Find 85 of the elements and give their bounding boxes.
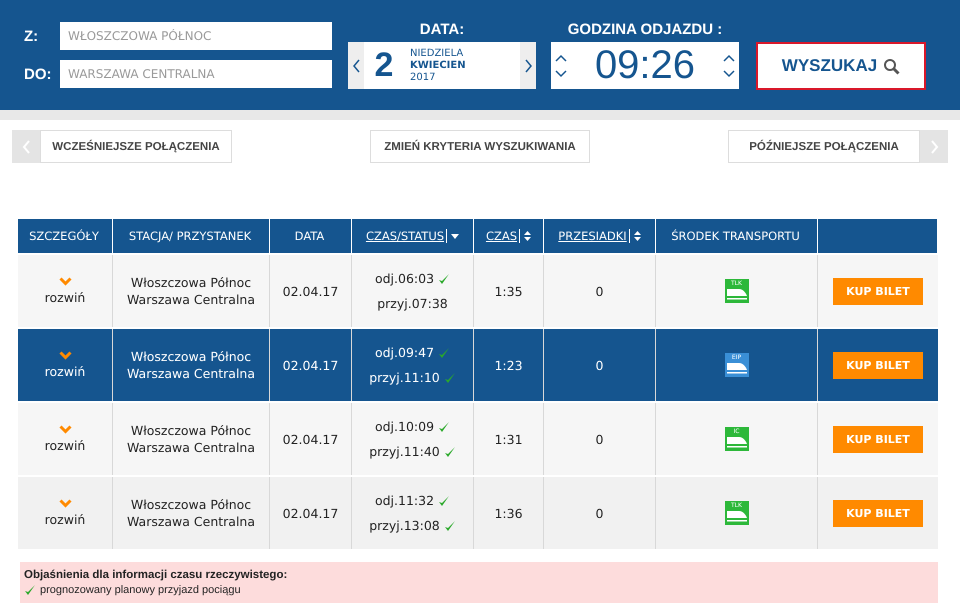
- time-value: 09:26: [594, 43, 696, 88]
- train-icon: [726, 435, 746, 448]
- from-field[interactable]: WŁOSZCZOWA PÓŁNOC: [60, 22, 332, 50]
- duration-cell: 1:23: [494, 358, 523, 372]
- from-label: Z:: [24, 28, 40, 44]
- expand-link[interactable]: rozwiń: [44, 364, 86, 379]
- legend-title: Objaśnienia dla informacji czasu rzeczywistego:: [24, 569, 288, 581]
- departure-time: odj.11:32: [374, 493, 434, 508]
- to-station: Warszawa Centralna: [126, 440, 256, 455]
- sort-down-icon[interactable]: [451, 234, 460, 238]
- changes-cell: 0: [596, 358, 604, 372]
- month-text: KWIECIEN: [410, 60, 467, 72]
- changes-cell: 0: [596, 506, 604, 520]
- date-label: DATA:: [420, 21, 464, 38]
- to-station: Warszawa Centralna: [126, 292, 256, 307]
- changes-cell: 0: [596, 432, 604, 446]
- weekday-text: NIEDZIELA: [410, 48, 464, 60]
- table-cell: 02.04.17: [282, 432, 338, 446]
- expand-link[interactable]: rozwiń: [44, 290, 86, 305]
- table-cell: 02.04.17: [282, 284, 338, 298]
- check-icon: [24, 584, 36, 596]
- to-label: DO:: [24, 66, 52, 82]
- arrival-time: przyj.11:10: [369, 370, 440, 385]
- changes-cell: 0: [596, 284, 604, 298]
- up-chevron-icon[interactable]: [555, 54, 567, 62]
- expand-link[interactable]: rozwiń: [44, 512, 86, 527]
- duration-cell: 1:35: [494, 284, 523, 298]
- from-station: Włoszczowa Północ: [130, 275, 252, 290]
- check-icon: [444, 372, 456, 384]
- arrival-time: przyj.11:40: [369, 444, 440, 459]
- to-station: Warszawa Centralna: [126, 366, 256, 381]
- check-icon: [438, 494, 450, 506]
- right-chevron-icon: [930, 140, 938, 154]
- time-picker[interactable]: 09:26: [551, 42, 739, 89]
- check-icon: [438, 346, 450, 358]
- day-number: 2: [374, 46, 394, 85]
- train-icon: [726, 287, 746, 300]
- from-station: Włoszczowa Północ: [130, 423, 252, 438]
- train-icon: [726, 509, 746, 522]
- check-icon: [444, 520, 456, 532]
- year-text: 2017: [410, 72, 436, 84]
- left-chevron-icon: [352, 58, 360, 72]
- previous-day-button[interactable]: [348, 42, 364, 89]
- search-icon: [883, 58, 900, 74]
- from-station: Włoszczowa Północ: [130, 497, 252, 512]
- sort-icon[interactable]: [524, 231, 532, 241]
- column-header[interactable]: CZAS: [486, 229, 520, 243]
- train-icon: [726, 361, 746, 374]
- check-icon: [444, 446, 456, 458]
- left-chevron-icon: [22, 140, 30, 154]
- column-header: SZCZEGÓŁY: [29, 229, 100, 243]
- search-button[interactable]: WYSZUKAJ: [756, 42, 926, 90]
- departure-time: odj.10:09: [374, 419, 434, 434]
- down-chevron-icon[interactable]: [722, 70, 735, 78]
- table-cell: 02.04.17: [282, 358, 338, 372]
- departure-time: odj.06:03: [374, 271, 434, 286]
- change-criteria-button[interactable]: ZMIEŃ KRYTERIA WYSZUKIWANIA: [370, 130, 590, 163]
- expand-link[interactable]: rozwiń: [44, 438, 86, 453]
- check-icon: [438, 272, 450, 284]
- date-picker[interactable]: 2 NIEDZIELA KWIECIEN 2017: [348, 42, 536, 89]
- earlier-connections-button[interactable]: WCZEŚNIEJSZE POŁĄCZENIA: [40, 130, 232, 163]
- duration-cell: 1:36: [494, 506, 523, 520]
- to-station: Warszawa Centralna: [126, 514, 256, 529]
- duration-cell: 1:31: [494, 432, 523, 446]
- next-day-button[interactable]: [520, 42, 536, 89]
- arrival-time: przyj.07:38: [377, 296, 448, 311]
- column-header: DATA: [294, 229, 326, 243]
- column-header: ŚRODEK TRANSPORTU: [671, 229, 801, 243]
- check-icon: [438, 420, 450, 432]
- to-field[interactable]: WARSZAWA CENTRALNA: [60, 60, 332, 88]
- arrival-time: przyj.13:08: [369, 518, 440, 533]
- down-chevron-icon[interactable]: [555, 70, 567, 78]
- up-chevron-icon[interactable]: [722, 54, 735, 62]
- column-header[interactable]: PRZESIADKI: [558, 229, 630, 243]
- column-header: STACJA/ PRZYSTANEK: [128, 229, 252, 243]
- later-connections-button[interactable]: PÓŹNIEJSZE POŁĄCZENIA: [728, 130, 920, 163]
- legend-text: prognozowany planowy przyjazd pociągu: [40, 584, 241, 596]
- sort-icon[interactable]: [634, 231, 641, 241]
- table-cell: 02.04.17: [282, 506, 338, 520]
- expand-chevron-icon[interactable]: [58, 351, 72, 360]
- time-label: GODZINA ODJAZDU :: [568, 21, 722, 38]
- right-chevron-icon: [524, 58, 532, 72]
- column-header[interactable]: CZAS/STATUS: [366, 229, 448, 243]
- from-station: Włoszczowa Północ: [130, 349, 252, 364]
- departure-time: odj.09:47: [374, 345, 434, 360]
